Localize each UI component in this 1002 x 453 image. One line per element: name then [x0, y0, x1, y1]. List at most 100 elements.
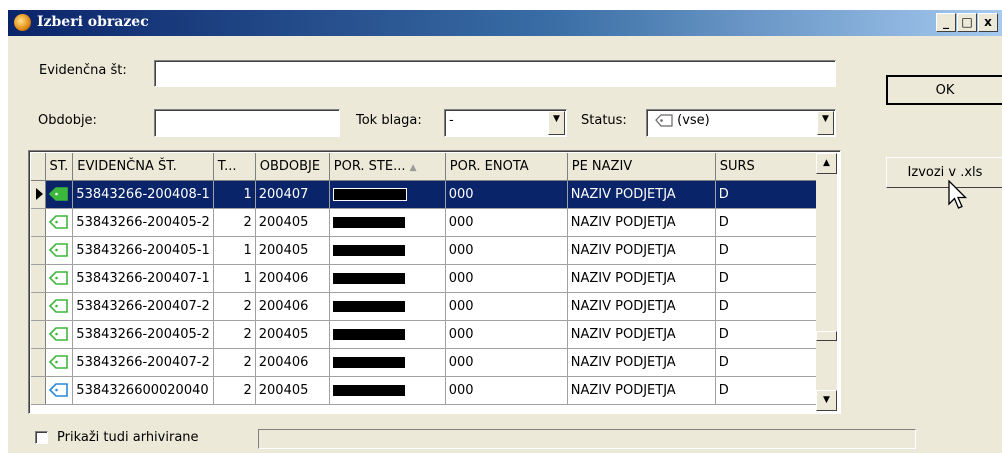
column-header-por-enota[interactable]: POR. ENOTA: [445, 153, 568, 181]
evidencna-cell: 53843266-200405-2: [72, 320, 214, 349]
header-row: ST. EVIDENČNA ŠT. T... OBDOBJE POR. STE.…: [31, 153, 830, 181]
table-row[interactable]: 53843266-200407-2 2 200406 000 NAZIV PODJETJ…: [31, 348, 830, 377]
t-cell: 2: [213, 320, 256, 349]
close-button[interactable]: x: [978, 13, 998, 32]
mouse-pointer-icon: [948, 180, 968, 209]
status-label: Status:: [581, 113, 627, 128]
evidencna-cell: 53843266-200408-1: [72, 180, 214, 209]
tag-icon: [49, 383, 70, 397]
column-header-surs[interactable]: SURS: [715, 153, 830, 181]
column-header-por-ste[interactable]: POR. STE... ▲: [329, 153, 446, 181]
evidencna-cell: 53843266-200407-2: [72, 292, 214, 321]
column-header-st[interactable]: ST.: [45, 153, 74, 181]
t-cell: 1: [213, 180, 256, 209]
pe-naziv-cell: NAZIV PODJETJA: [567, 320, 716, 349]
scroll-up-button[interactable]: ▲: [816, 153, 837, 174]
table-row[interactable]: 53843266-200408-1 1 200407 000 NAZIV PODJETJ…: [31, 180, 830, 209]
pe-naziv-cell: NAZIV PODJETJA: [567, 292, 716, 321]
por-ste-cell: [329, 180, 446, 209]
evidencna-input[interactable]: [154, 60, 836, 87]
tok-blaga-select[interactable]: - ▼: [444, 109, 567, 137]
column-header-evidencna[interactable]: EVIDENČNA ŠT.: [72, 153, 214, 181]
obdobje-cell: 200405: [255, 320, 330, 349]
redacted-block: [332, 187, 407, 201]
tag-icon: [49, 215, 70, 229]
table-row[interactable]: 53843266-200405-2 2 200405 000 NAZIV PODJETJ…: [31, 320, 830, 349]
evidencna-label: Evidenčna št:: [39, 63, 127, 78]
redacted-block: [332, 272, 405, 284]
obdobje-cell: 200405: [255, 208, 330, 237]
surs-cell: D: [715, 180, 830, 209]
minimize-button[interactable]: _: [936, 13, 956, 32]
table-row[interactable]: 5384326600020040 2 200405 000 NAZIV PODJETJA…: [31, 376, 830, 405]
por-ste-cell: [329, 264, 446, 293]
row-indicator[interactable]: [31, 376, 46, 405]
tag-icon: [49, 243, 70, 257]
status-cell: [45, 208, 74, 237]
table-row[interactable]: 53843266-200405-2 2 200405 000 NAZIV PODJETJ…: [31, 208, 830, 237]
tag-icon: [49, 299, 70, 313]
obdobje-cell: 200405: [255, 376, 330, 405]
evidencna-cell: 53843266-200407-2: [72, 348, 214, 377]
status-cell: [45, 292, 74, 321]
column-header-pe-naziv[interactable]: PE NAZIV: [567, 153, 716, 181]
obdobje-cell: 200407: [255, 180, 330, 209]
archive-checkbox[interactable]: [35, 431, 48, 444]
t-cell: 2: [213, 208, 256, 237]
t-cell: 2: [213, 292, 256, 321]
forms-table: ST. EVIDENČNA ŠT. T... OBDOBJE POR. STE.…: [31, 153, 830, 405]
chevron-down-icon[interactable]: ▼: [817, 111, 834, 135]
t-cell: 2: [213, 376, 256, 405]
t-cell: 2: [213, 348, 256, 377]
vertical-scrollbar[interactable]: ▲ ▼: [816, 153, 837, 411]
evidencna-cell: 53843266-200407-1: [72, 264, 214, 293]
title-bar[interactable]: Izberi obrazec _ □ x: [8, 10, 1002, 36]
row-indicator[interactable]: [31, 320, 46, 349]
column-header-por-ste-label: POR. STE...: [333, 158, 406, 174]
pe-naziv-cell: NAZIV PODJETJA: [567, 376, 716, 405]
table-body: 53843266-200408-1 1 200407 000 NAZIV PODJETJ…: [31, 180, 830, 405]
por-enota-cell: 000: [445, 208, 568, 237]
table-row[interactable]: 53843266-200405-1 1 200405 000 NAZIV PODJETJ…: [31, 236, 830, 265]
maximize-button[interactable]: □: [957, 13, 977, 32]
surs-cell: D: [715, 264, 830, 293]
sort-asc-icon: ▲: [409, 162, 417, 173]
row-pointer-icon: [36, 188, 43, 200]
scroll-down-button[interactable]: ▼: [816, 390, 837, 411]
row-indicator[interactable]: [31, 208, 46, 237]
pe-naziv-cell: NAZIV PODJETJA: [567, 264, 716, 293]
tag-icon: [49, 187, 70, 201]
chevron-down-icon[interactable]: ▼: [548, 111, 565, 135]
row-indicator[interactable]: [31, 236, 46, 265]
table-row[interactable]: 53843266-200407-2 2 200406 000 NAZIV PODJETJ…: [31, 292, 830, 321]
row-indicator[interactable]: [31, 264, 46, 293]
surs-cell: D: [715, 376, 830, 405]
obdobje-label: Obdobje:: [38, 113, 97, 128]
por-enota-cell: 000: [445, 264, 568, 293]
row-indicator[interactable]: [31, 180, 46, 209]
app-icon: [14, 14, 31, 31]
por-ste-cell: [329, 320, 446, 349]
column-header-t[interactable]: T...: [213, 153, 256, 181]
evidencna-cell: 5384326600020040: [72, 376, 214, 405]
row-indicator[interactable]: [31, 348, 46, 377]
tag-icon: [49, 355, 70, 369]
surs-cell: D: [715, 320, 830, 349]
column-header-obdobje[interactable]: OBDOBJE: [255, 153, 330, 181]
t-cell: 1: [213, 236, 256, 265]
ok-button[interactable]: OK: [886, 75, 1002, 105]
por-enota-cell: 000: [445, 348, 568, 377]
por-ste-cell: [329, 348, 446, 377]
tok-blaga-label: Tok blaga:: [356, 113, 422, 128]
t-cell: 1: [213, 264, 256, 293]
export-xls-button[interactable]: Izvozi v .xls: [886, 157, 1002, 188]
tag-icon: [655, 114, 673, 127]
row-indicator[interactable]: [31, 292, 46, 321]
por-ste-cell: [329, 376, 446, 405]
table-row[interactable]: 53843266-200407-1 1 200406 000 NAZIV PODJETJ…: [31, 264, 830, 293]
obdobje-cell: 200406: [255, 292, 330, 321]
scroll-thumb[interactable]: [816, 331, 837, 341]
por-enota-cell: 000: [445, 236, 568, 265]
obdobje-input[interactable]: [154, 109, 340, 137]
status-select[interactable]: (vse) ▼: [646, 109, 836, 137]
